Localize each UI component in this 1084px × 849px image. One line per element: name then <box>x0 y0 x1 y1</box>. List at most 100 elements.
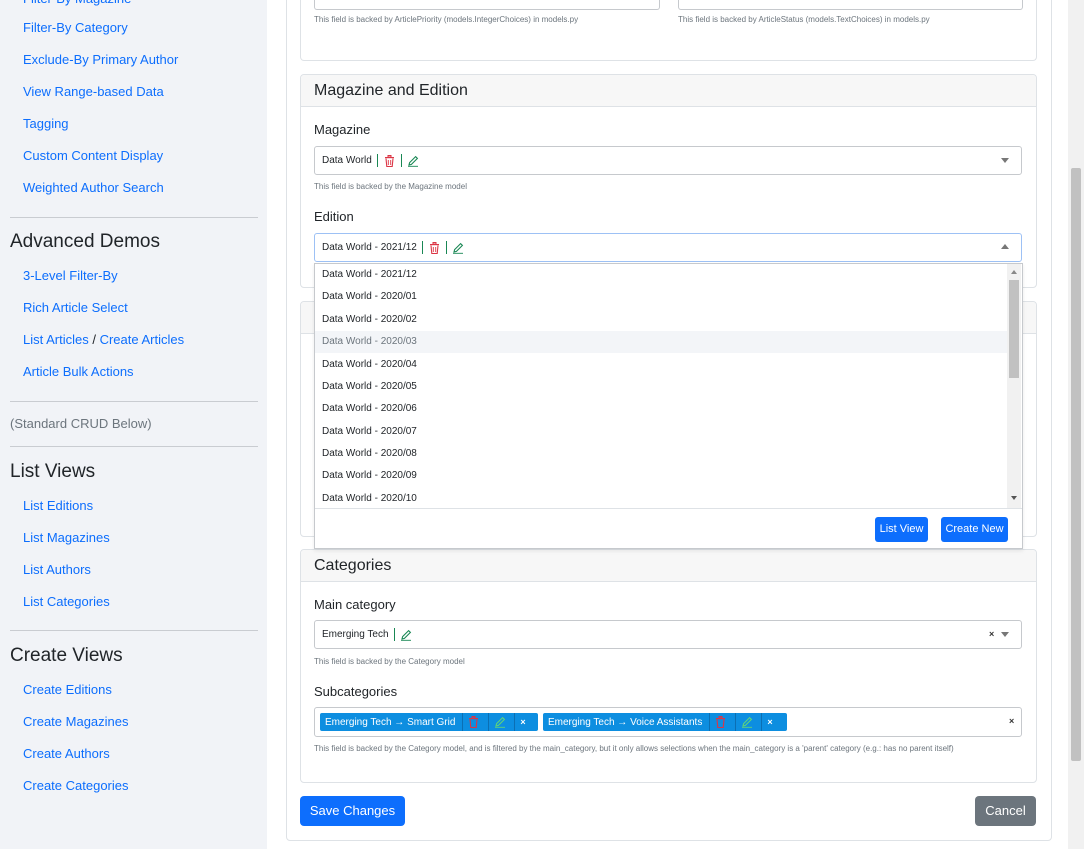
sidebar-link-create-articles[interactable]: Create Articles <box>100 332 185 347</box>
separator <box>393 628 395 641</box>
sidebar-link-create-editions[interactable]: Create Editions <box>23 682 112 697</box>
dropdown-option-highlighted[interactable]: Data World - 2020/03 <box>315 331 1014 353</box>
sidebar-link-list-authors[interactable]: List Authors <box>23 562 91 577</box>
separator <box>400 154 402 167</box>
chevron-up-icon[interactable] <box>1001 244 1009 249</box>
section-title: Magazine and Edition <box>301 75 1036 107</box>
remove-tag-icon[interactable]: × <box>762 717 777 727</box>
dropdown-option[interactable]: Data World - 2021/12 <box>315 264 1014 286</box>
sidebar-heading-list-views: List Views <box>10 461 96 482</box>
main-category-help-text: This field is backed by the Category mod… <box>314 657 465 666</box>
tag-label: Emerging Tech → Smart Grid <box>325 716 456 728</box>
main-category-label: Main category <box>314 597 396 612</box>
scroll-up-icon[interactable] <box>1011 270 1017 274</box>
save-changes-button[interactable]: Save Changes <box>300 796 405 826</box>
clear-icon[interactable]: × <box>1009 716 1014 726</box>
edition-label: Edition <box>314 209 354 224</box>
dropdown-option[interactable]: Data World - 2020/06 <box>315 398 1014 420</box>
scroll-down-icon[interactable] <box>1011 496 1017 500</box>
create-new-button[interactable]: Create New <box>941 517 1008 542</box>
sidebar-link-rich-article-select[interactable]: Rich Article Select <box>23 300 128 315</box>
edition-selected: Data World - 2021/12 <box>322 241 465 254</box>
sidebar-link-range-data[interactable]: View Range-based Data <box>23 84 164 99</box>
sidebar-divider <box>10 630 258 631</box>
trash-icon[interactable] <box>714 716 727 729</box>
sidebar-heading-create-views: Create Views <box>10 645 123 666</box>
sidebar-divider <box>10 401 258 402</box>
subcategories-label: Subcategories <box>314 684 398 699</box>
sidebar-heading-advanced: Advanced Demos <box>10 231 160 252</box>
sidebar-link-exclude-by-author[interactable]: Exclude-By Primary Author <box>23 52 178 67</box>
sidebar-link-weighted-author[interactable]: Weighted Author Search <box>23 180 164 195</box>
dropdown-option[interactable]: Data World - 2020/09 <box>315 465 1014 487</box>
trash-icon[interactable] <box>383 154 396 167</box>
main-category-value: Emerging Tech <box>322 629 389 640</box>
sidebar-link-list-articles[interactable]: List Articles <box>23 332 89 347</box>
subcategory-tag: Emerging Tech → Voice Assistants × <box>543 713 787 731</box>
sidebar-link-list-categories[interactable]: List Categories <box>23 594 110 609</box>
pencil-icon[interactable] <box>493 716 506 729</box>
sidebar-link-tagging[interactable]: Tagging <box>23 116 69 131</box>
dropdown-option[interactable]: Data World - 2020/02 <box>315 309 1014 331</box>
trash-icon[interactable] <box>467 716 480 729</box>
edition-value: Data World - 2021/12 <box>322 242 417 253</box>
separator <box>445 241 447 254</box>
magazine-help-text: This field is backed by the Magazine mod… <box>314 182 467 191</box>
priority-help-text: This field is backed by ArticlePriority … <box>314 15 579 24</box>
magazine-selected: Data World <box>322 154 420 167</box>
status-help-text: This field is backed by ArticleStatus (m… <box>678 15 930 24</box>
dropdown-option[interactable]: Data World - 2020/07 <box>315 421 1014 443</box>
pencil-icon[interactable] <box>740 716 753 729</box>
sidebar-articles-row: List Articles / Create Articles <box>23 332 184 347</box>
sidebar-divider <box>10 217 258 218</box>
sidebar: Filter-By Magazine Filter-By Category Ex… <box>0 0 267 849</box>
sidebar-link-filter-by-category[interactable]: Filter-By Category <box>23 20 128 35</box>
page-scrollbar-thumb[interactable] <box>1071 168 1081 761</box>
sidebar-standard-crud-note: (Standard CRUD Below) <box>10 416 152 431</box>
dropdown-option[interactable]: Data World - 2020/01 <box>315 286 1014 308</box>
subcategories-select[interactable]: Emerging Tech → Smart Grid × Emerging Te… <box>314 707 1022 737</box>
magazine-value: Data World <box>322 155 372 166</box>
sidebar-divider <box>10 446 258 447</box>
magazine-label: Magazine <box>314 122 371 137</box>
chevron-down-icon[interactable] <box>1001 632 1009 637</box>
pencil-icon[interactable] <box>400 628 413 641</box>
dropdown-option[interactable]: Data World - 2020/10 <box>315 488 1014 508</box>
clear-icon[interactable]: × <box>989 629 994 639</box>
tag-label: Emerging Tech → Voice Assistants <box>548 716 703 728</box>
separator <box>376 154 378 167</box>
magazine-select[interactable]: Data World <box>314 146 1022 175</box>
cancel-button[interactable]: Cancel <box>975 796 1036 826</box>
remove-tag-icon[interactable]: × <box>515 717 530 727</box>
edition-dropdown[interactable]: Data World - 2021/12 Data World - 2020/0… <box>314 263 1023 549</box>
status-select[interactable] <box>678 0 1023 10</box>
sidebar-link-custom-content[interactable]: Custom Content Display <box>23 148 163 163</box>
sidebar-link-create-categories[interactable]: Create Categories <box>23 778 129 793</box>
sidebar-link-3-level-filter[interactable]: 3-Level Filter-By <box>23 268 118 283</box>
sidebar-link-filter-by-magazine[interactable]: Filter-By Magazine <box>23 0 131 6</box>
pencil-icon[interactable] <box>407 154 420 167</box>
list-view-button[interactable]: List View <box>875 517 928 542</box>
main-category-select[interactable]: Emerging Tech × <box>314 620 1022 649</box>
pencil-icon[interactable] <box>452 241 465 254</box>
slash-separator: / <box>88 332 100 347</box>
sidebar-link-create-authors[interactable]: Create Authors <box>23 746 110 761</box>
dropdown-option[interactable]: Data World - 2020/08 <box>315 443 1014 465</box>
dropdown-option[interactable]: Data World - 2020/05 <box>315 376 1014 398</box>
edition-select[interactable]: Data World - 2021/12 <box>314 233 1022 262</box>
priority-select[interactable] <box>314 0 660 10</box>
dropdown-footer: List View Create New <box>315 508 1022 549</box>
sidebar-link-list-editions[interactable]: List Editions <box>23 498 93 513</box>
sidebar-link-bulk-actions[interactable]: Article Bulk Actions <box>23 364 134 379</box>
dropdown-option[interactable]: Data World - 2020/04 <box>315 354 1014 376</box>
sidebar-link-list-magazines[interactable]: List Magazines <box>23 530 110 545</box>
section-title: Categories <box>301 550 1036 582</box>
sidebar-link-create-magazines[interactable]: Create Magazines <box>23 714 129 729</box>
separator <box>421 241 423 254</box>
dropdown-scrollbar-thumb[interactable] <box>1009 280 1019 378</box>
subcategory-tag: Emerging Tech → Smart Grid × <box>320 713 538 731</box>
subcategories-help-text: This field is backed by the Category mod… <box>314 744 954 753</box>
chevron-down-icon[interactable] <box>1001 158 1009 163</box>
main-category-selected: Emerging Tech <box>322 628 413 641</box>
trash-icon[interactable] <box>428 241 441 254</box>
